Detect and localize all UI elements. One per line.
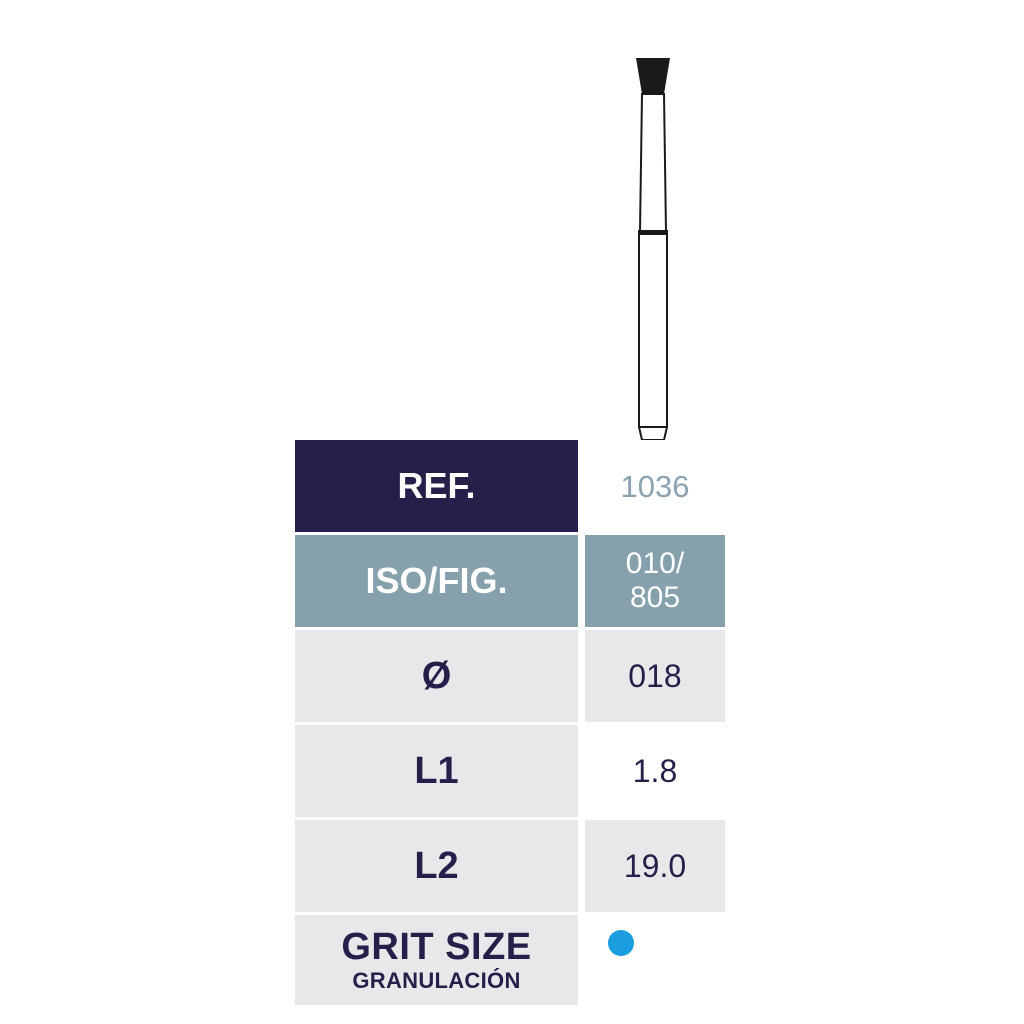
ref-label-text: REF. [397,465,476,506]
diameter-value-text: 018 [628,658,682,694]
ref-value-text: 1036 [620,468,690,504]
ref-label: REF. [295,440,578,532]
grit-size-subtitle: GRANULACIÓN [352,968,521,993]
l1-label-text: L1 [414,750,459,792]
grit-size-label: GRIT SIZE GRANULACIÓN [295,915,578,1005]
grit-size-title: GRIT SIZE [341,926,532,968]
iso-fig-label-text: ISO/FIG. [365,560,508,601]
inverted-cone-bur-icon [636,58,670,441]
l1-value-text: 1.8 [632,753,678,789]
l2-label-text: L2 [414,845,459,887]
l2-value: 19.0 [585,820,725,912]
iso-fig-value-line1: 010/ [625,546,685,580]
iso-fig-label: ISO/FIG. [295,535,578,627]
l2-label: L2 [295,820,578,912]
iso-fig-value-line2: 805 [629,581,681,614]
diameter-value: 018 [585,630,725,722]
diameter-label-text: Ø [421,655,452,697]
diameter-label: Ø [295,630,578,722]
l1-value: 1.8 [585,725,725,817]
l1-label: L1 [295,725,578,817]
ref-value: 1036 [585,440,725,532]
iso-fig-value: 010/ 805 [585,535,725,627]
l2-value-text: 19.0 [623,848,687,884]
blue-grit-dot-icon [608,930,634,956]
